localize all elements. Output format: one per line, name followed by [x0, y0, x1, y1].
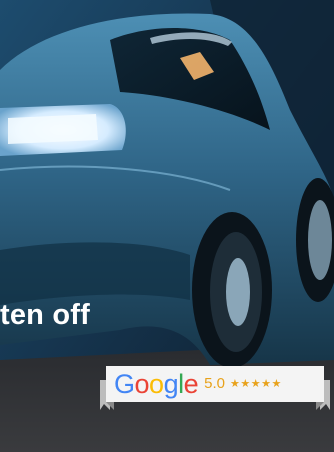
badge-content: Google 5.0 ★★★★★: [106, 366, 324, 402]
google-logo: Google: [114, 369, 199, 399]
star-rating-icons: ★★★★★: [230, 378, 282, 390]
google-rating-badge[interactable]: Google 5.0 ★★★★★: [100, 366, 330, 412]
rating-score: 5.0: [204, 375, 225, 392]
hero-section: ten off Google 5.0 ★★★★★: [0, 0, 334, 452]
hero-headline: ten off: [0, 299, 90, 331]
